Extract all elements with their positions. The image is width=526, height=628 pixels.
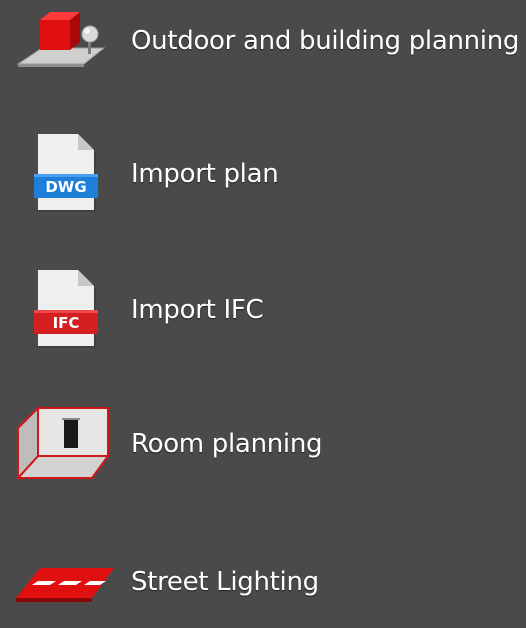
dwg-badge: DWG [45, 178, 86, 196]
ifc-badge: IFC [53, 314, 80, 332]
menu-item-street-lighting[interactable]: Street Lighting [0, 540, 526, 628]
outdoor-building-icon [14, 0, 114, 88]
menu-item-room-planning[interactable]: Room planning [0, 398, 526, 486]
street-icon [14, 540, 114, 628]
menu-item-label: Room planning [131, 429, 323, 459]
menu-item-label: Outdoor and building planning [131, 26, 520, 56]
menu-item-label: Import plan [131, 159, 279, 189]
start-menu: Outdoor and building planning DWG Import… [0, 0, 526, 606]
menu-item-import-plan[interactable]: DWG Import plan [0, 126, 526, 214]
menu-item-label: Street Lighting [131, 567, 319, 597]
dwg-file-icon: DWG [14, 126, 114, 214]
menu-item-label: Import IFC [131, 295, 264, 325]
ifc-file-icon: IFC [14, 262, 114, 350]
menu-item-import-ifc[interactable]: IFC Import IFC [0, 262, 526, 350]
room-icon [14, 398, 114, 486]
menu-item-outdoor-building-planning[interactable]: Outdoor and building planning [0, 0, 526, 88]
